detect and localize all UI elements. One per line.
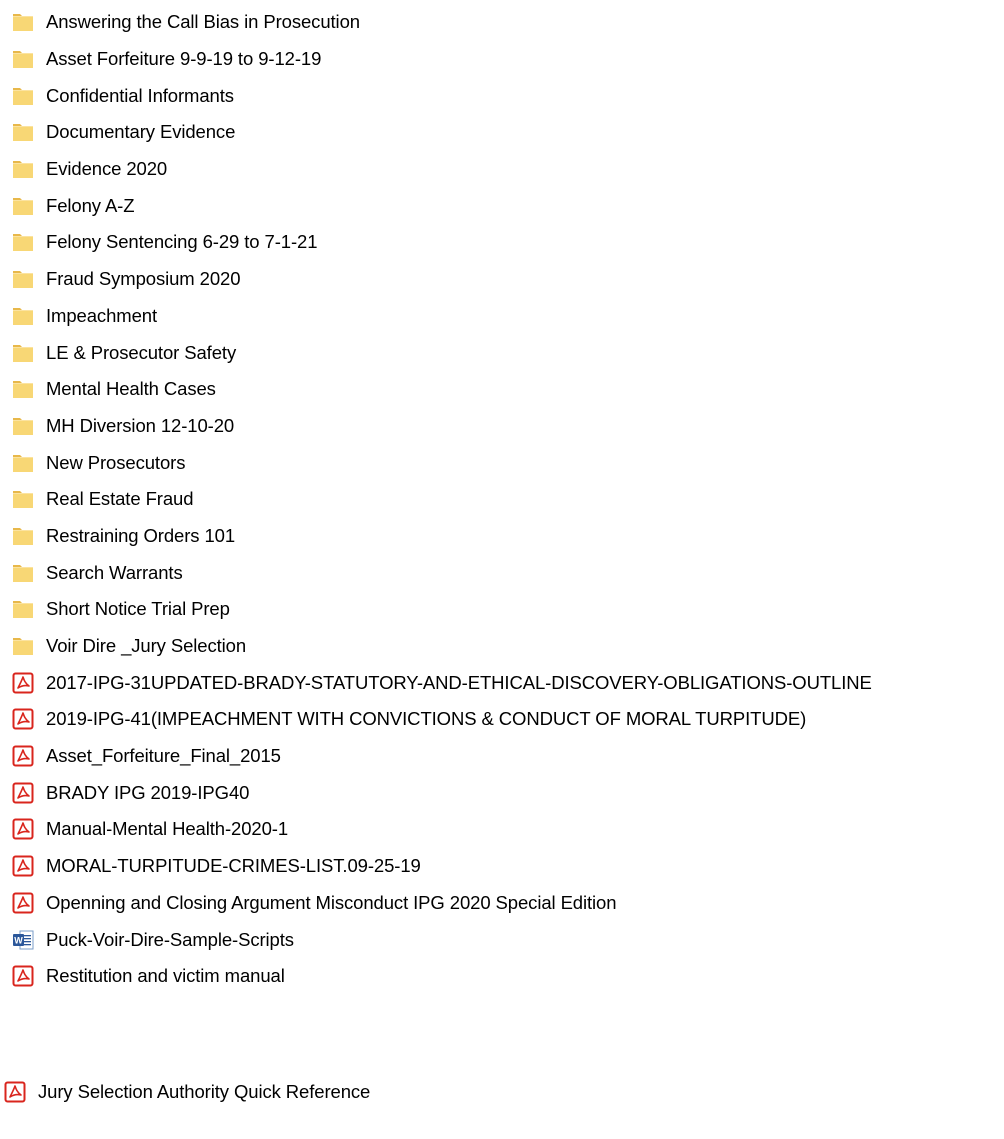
folder-label: Short Notice Trial Prep [46, 598, 230, 620]
folder-icon [12, 452, 34, 474]
file-label: MORAL-TURPITUDE-CRIMES-LIST.09-25-19 [46, 855, 421, 877]
folder-item[interactable]: Impeachment [12, 298, 1002, 335]
folder-icon [12, 598, 34, 620]
folder-icon [12, 378, 34, 400]
folder-item[interactable]: MH Diversion 12-10-20 [12, 408, 1002, 445]
folder-label: Felony Sentencing 6-29 to 7-1-21 [46, 231, 318, 253]
file-label: Asset_Forfeiture_Final_2015 [46, 745, 281, 767]
folder-label: Fraud Symposium 2020 [46, 268, 241, 290]
folder-icon [12, 305, 34, 327]
pdf-icon [12, 892, 34, 914]
pdf-icon [12, 745, 34, 767]
folder-icon [12, 268, 34, 290]
file-label: Manual-Mental Health-2020-1 [46, 818, 289, 840]
folder-item[interactable]: Search Warrants [12, 554, 1002, 591]
folder-label: Evidence 2020 [46, 158, 168, 180]
file-label: 2019-IPG-41(IMPEACHMENT WITH CONVICTIONS… [46, 708, 807, 730]
file-label: Jury Selection Authority Quick Reference [38, 1081, 371, 1102]
file-item[interactable]: Restitution and victim manual [12, 958, 1002, 995]
folder-label: LE & Prosecutor Safety [46, 341, 237, 363]
folder-icon [12, 48, 34, 70]
file-item[interactable]: Asset_Forfeiture_Final_2015 [12, 738, 1002, 775]
folder-item[interactable]: Confidential Informants [12, 77, 1002, 114]
file-item[interactable]: Openning and Closing Argument Misconduct… [12, 885, 1002, 922]
file-item[interactable]: MORAL-TURPITUDE-CRIMES-LIST.09-25-19 [12, 848, 1002, 885]
folder-label: Felony A-Z [46, 194, 135, 216]
folder-icon [12, 85, 34, 107]
file-item[interactable]: BRADY IPG 2019-IPG40 [12, 774, 1002, 811]
pdf-icon [12, 855, 34, 877]
folder-item[interactable]: Felony Sentencing 6-29 to 7-1-21 [12, 224, 1002, 261]
folder-item[interactable]: Documentary Evidence [12, 114, 1002, 151]
pdf-icon [12, 782, 34, 804]
file-item-jury-selection-authority[interactable]: Jury Selection Authority Quick Reference [4, 1074, 370, 1110]
file-item[interactable]: 2017-IPG-31UPDATED-BRADY-STATUTORY-AND-E… [12, 664, 1002, 701]
folder-item[interactable]: Asset Forfeiture 9-9-19 to 9-12-19 [12, 41, 1002, 78]
folder-icon [12, 562, 34, 584]
folder-icon [12, 635, 34, 657]
folder-item[interactable]: Felony A-Z [12, 187, 1002, 224]
folder-label: Search Warrants [46, 561, 183, 583]
folder-label: Impeachment [46, 304, 157, 326]
folder-icon [12, 488, 34, 510]
folder-label: Documentary Evidence [46, 121, 236, 143]
folder-item[interactable]: Evidence 2020 [12, 151, 1002, 188]
folder-label: MH Diversion 12-10-20 [46, 414, 235, 436]
file-label: Restitution and victim manual [46, 965, 285, 987]
file-label: Openning and Closing Argument Misconduct… [46, 891, 617, 913]
folder-icon [12, 195, 34, 217]
folder-icon [12, 121, 34, 143]
folder-item[interactable]: Restraining Orders 101 [12, 518, 1002, 555]
svg-text:W: W [14, 935, 23, 945]
folder-icon [12, 158, 34, 180]
file-label: 2017-IPG-31UPDATED-BRADY-STATUTORY-AND-E… [46, 671, 872, 693]
pdf-icon [12, 672, 34, 694]
folder-icon [12, 11, 34, 33]
folder-icon [12, 231, 34, 253]
folder-icon [12, 342, 34, 364]
pdf-icon [12, 965, 34, 987]
file-item[interactable]: 2019-IPG-41(IMPEACHMENT WITH CONVICTIONS… [12, 701, 1002, 738]
folder-label: Real Estate Fraud [46, 488, 194, 510]
folder-icon [12, 415, 34, 437]
file-label: Puck-Voir-Dire-Sample-Scripts [46, 928, 294, 950]
pdf-icon [12, 708, 34, 730]
folder-item[interactable]: Answering the Call Bias in Prosecution [12, 4, 1002, 41]
folder-label: Mental Health Cases [46, 378, 216, 400]
folder-item[interactable]: Fraud Symposium 2020 [12, 261, 1002, 298]
pdf-icon [4, 1081, 26, 1103]
folder-item[interactable]: Real Estate Fraud [12, 481, 1002, 518]
folder-item[interactable]: Mental Health Cases [12, 371, 1002, 408]
file-item[interactable]: W Puck-Voir-Dire-Sample-Scripts [12, 921, 1002, 958]
folder-item[interactable]: New Prosecutors [12, 444, 1002, 481]
file-list: Answering the Call Bias in Prosecution As… [12, 4, 1002, 995]
folder-item[interactable]: Voir Dire _Jury Selection [12, 628, 1002, 665]
folder-label: Answering the Call Bias in Prosecution [46, 11, 360, 33]
folder-label: Voir Dire _Jury Selection [46, 635, 247, 657]
folder-label: Restraining Orders 101 [46, 524, 236, 546]
pdf-icon [12, 818, 34, 840]
folder-label: New Prosecutors [46, 451, 186, 473]
folder-icon [12, 525, 34, 547]
folder-item[interactable]: LE & Prosecutor Safety [12, 334, 1002, 371]
folder-item[interactable]: Short Notice Trial Prep [12, 591, 1002, 628]
file-item[interactable]: Manual-Mental Health-2020-1 [12, 811, 1002, 848]
folder-label: Asset Forfeiture 9-9-19 to 9-12-19 [46, 48, 322, 70]
word-document-icon: W [12, 929, 34, 951]
file-label: BRADY IPG 2019-IPG40 [46, 781, 250, 803]
folder-label: Confidential Informants [46, 84, 234, 106]
